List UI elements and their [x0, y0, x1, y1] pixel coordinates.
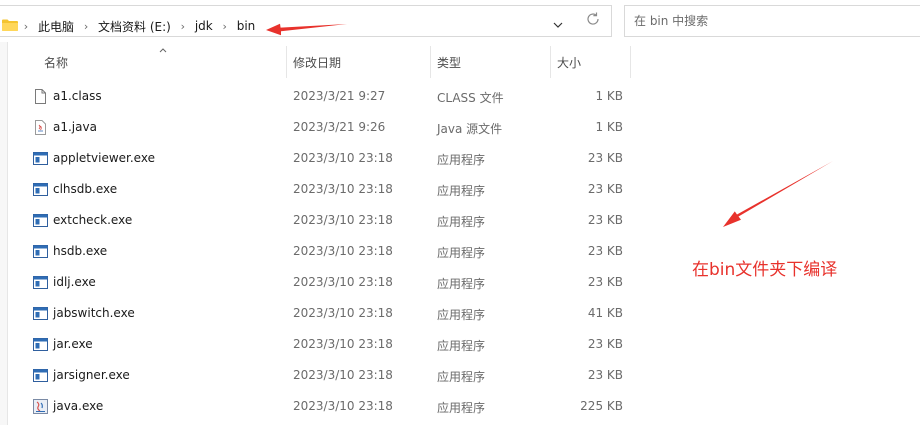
- java-file-icon: [33, 120, 48, 135]
- file-row[interactable]: clhsdb.exe 2023/3/10 23:18 应用程序 23 KB: [0, 174, 640, 205]
- exe-icon: [33, 337, 48, 352]
- file-modified-date: 2023/3/21 9:26: [293, 120, 386, 134]
- file-row[interactable]: jar.exe 2023/3/10 23:18 应用程序 23 KB: [0, 329, 640, 360]
- address-bar-row: › 此电脑 › 文档资料 (E:) › jdk › bin: [0, 0, 920, 42]
- file-name[interactable]: extcheck.exe: [53, 213, 132, 227]
- file-size: 1 KB: [595, 89, 623, 103]
- file-row[interactable]: extcheck.exe 2023/3/10 23:18 应用程序 23 KB: [0, 205, 640, 236]
- file-name[interactable]: a1.class: [53, 89, 102, 103]
- file-size: 23 KB: [587, 151, 623, 165]
- column-divider[interactable]: [630, 46, 631, 78]
- file-modified-date: 2023/3/10 23:18: [293, 337, 393, 351]
- file-type: 应用程序: [437, 277, 486, 291]
- column-header-name[interactable]: 名称: [44, 46, 68, 78]
- column-header-type[interactable]: 类型: [437, 46, 461, 78]
- breadcrumb-bin[interactable]: bin: [233, 19, 260, 33]
- file-modified-date: 2023/3/10 23:18: [293, 368, 393, 382]
- exe-icon: [33, 306, 48, 321]
- folder-icon: [2, 19, 18, 31]
- column-header-modified[interactable]: 修改日期: [293, 46, 341, 78]
- file-size: 23 KB: [587, 244, 623, 258]
- file-name[interactable]: jar.exe: [53, 337, 93, 351]
- file-row[interactable]: a1.class 2023/3/21 9:27 CLASS 文件 1 KB: [0, 81, 640, 112]
- exe-icon: [33, 151, 48, 166]
- file-type: 应用程序: [437, 184, 486, 198]
- search-box[interactable]: [624, 5, 920, 37]
- file-modified-date: 2023/3/10 23:18: [293, 182, 393, 196]
- file-name[interactable]: a1.java: [53, 120, 97, 134]
- file-size: 41 KB: [587, 306, 623, 320]
- file-modified-date: 2023/3/10 23:18: [293, 151, 393, 165]
- file-type: 应用程序: [437, 339, 486, 353]
- file-size: 23 KB: [587, 182, 623, 196]
- exe-icon: [33, 368, 48, 383]
- file-type: 应用程序: [437, 308, 486, 322]
- file-row[interactable]: idlj.exe 2023/3/10 23:18 应用程序 23 KB: [0, 267, 640, 298]
- chevron-down-icon[interactable]: [552, 19, 564, 31]
- file-type: 应用程序: [437, 401, 486, 415]
- file-modified-date: 2023/3/10 23:18: [293, 244, 393, 258]
- column-header-size[interactable]: 大小: [557, 46, 581, 78]
- file-type: Java 源文件: [437, 122, 503, 136]
- chevron-right-icon[interactable]: ›: [78, 20, 94, 33]
- exe-icon: [33, 275, 48, 290]
- file-type: 应用程序: [437, 370, 486, 384]
- file-row[interactable]: jarsigner.exe 2023/3/10 23:18 应用程序 23 KB: [0, 360, 640, 391]
- exe-icon: [33, 182, 48, 197]
- file-modified-date: 2023/3/21 9:27: [293, 89, 386, 103]
- file-row[interactable]: hsdb.exe 2023/3/10 23:18 应用程序 23 KB: [0, 236, 640, 267]
- file-name[interactable]: jarsigner.exe: [53, 368, 130, 382]
- annotation-text: 在bin文件夹下编译: [692, 260, 838, 280]
- file-icon: [33, 89, 48, 104]
- sort-ascending-icon: [159, 48, 167, 53]
- file-modified-date: 2023/3/10 23:18: [293, 275, 393, 289]
- file-row[interactable]: appletviewer.exe 2023/3/10 23:18 应用程序 23 KB: [0, 143, 640, 174]
- breadcrumb-this-pc[interactable]: 此电脑: [34, 18, 78, 35]
- file-name[interactable]: clhsdb.exe: [53, 182, 117, 196]
- file-name[interactable]: idlj.exe: [53, 275, 96, 289]
- file-size: 23 KB: [587, 368, 623, 382]
- file-name[interactable]: hsdb.exe: [53, 244, 107, 258]
- file-modified-date: 2023/3/10 23:18: [293, 399, 393, 413]
- file-type: CLASS 文件: [437, 91, 504, 105]
- column-divider[interactable]: [430, 46, 431, 78]
- file-type: 应用程序: [437, 153, 486, 167]
- chevron-right-icon[interactable]: ›: [18, 20, 34, 33]
- search-input[interactable]: [634, 13, 904, 29]
- java-exe-icon: [33, 399, 48, 414]
- file-name[interactable]: jabswitch.exe: [53, 306, 135, 320]
- file-modified-date: 2023/3/10 23:18: [293, 306, 393, 320]
- file-row[interactable]: java.exe 2023/3/10 23:18 应用程序 225 KB: [0, 391, 640, 422]
- exe-icon: [33, 244, 48, 259]
- file-size: 1 KB: [595, 120, 623, 134]
- refresh-icon[interactable]: [585, 11, 601, 27]
- file-size: 23 KB: [587, 213, 623, 227]
- file-name[interactable]: appletviewer.exe: [53, 151, 155, 165]
- address-bar[interactable]: › 此电脑 › 文档资料 (E:) › jdk › bin: [0, 5, 612, 37]
- chevron-right-icon[interactable]: ›: [175, 20, 191, 33]
- file-size: 225 KB: [580, 399, 623, 413]
- arrow-to-file-list: [723, 161, 833, 227]
- file-size: 23 KB: [587, 275, 623, 289]
- breadcrumb-jdk[interactable]: jdk: [191, 19, 217, 33]
- chevron-right-icon[interactable]: ›: [217, 20, 233, 33]
- file-row[interactable]: jabswitch.exe 2023/3/10 23:18 应用程序 41 KB: [0, 298, 640, 329]
- breadcrumb-drive-e[interactable]: 文档资料 (E:): [94, 18, 175, 35]
- file-row[interactable]: a1.java 2023/3/21 9:26 Java 源文件 1 KB: [0, 112, 640, 143]
- file-list: a1.class 2023/3/21 9:27 CLASS 文件 1 KB a1.jav…: [0, 81, 640, 422]
- exe-icon: [33, 213, 48, 228]
- file-name[interactable]: java.exe: [53, 399, 103, 413]
- file-modified-date: 2023/3/10 23:18: [293, 213, 393, 227]
- breadcrumb: › 此电脑 › 文档资料 (E:) › jdk › bin: [18, 18, 259, 34]
- file-type: 应用程序: [437, 215, 486, 229]
- file-size: 23 KB: [587, 337, 623, 351]
- column-divider[interactable]: [286, 46, 287, 78]
- column-divider[interactable]: [550, 46, 551, 78]
- file-type: 应用程序: [437, 246, 486, 260]
